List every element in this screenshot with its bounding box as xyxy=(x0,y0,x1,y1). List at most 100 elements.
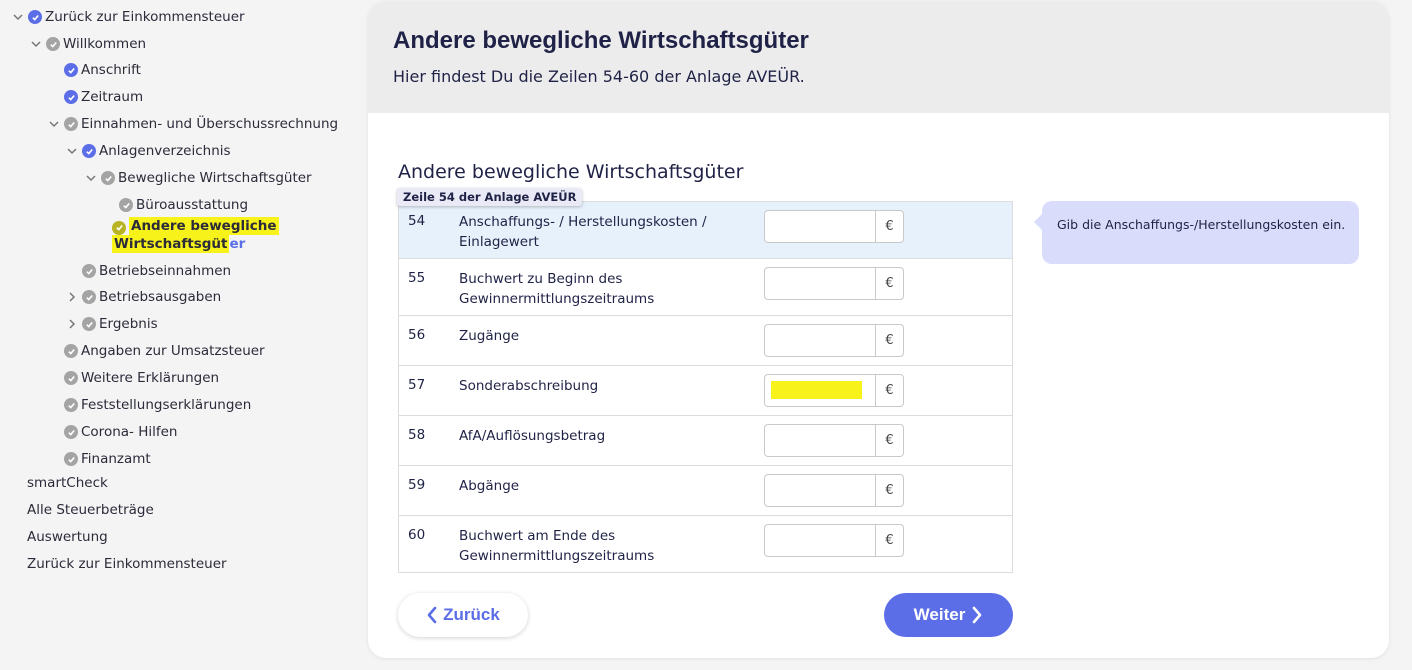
sidebar-item[interactable]: Ergebnis xyxy=(64,313,158,335)
sidebar-item-label: Anschrift xyxy=(81,62,141,78)
row-number: 55 xyxy=(398,258,459,316)
sidebar-active-label-line2: Wirtschaftsgüt xyxy=(112,235,230,253)
sidebar-item[interactable]: Angaben zur Umsatzsteuer xyxy=(46,340,265,362)
row-label: Buchwert am Ende des Gewinnermittlungsze… xyxy=(459,515,764,573)
sidebar-link-auswertung[interactable]: Auswertung xyxy=(27,529,108,545)
euro-icon: € xyxy=(875,325,903,356)
sidebar-item-label: Betriebsausgaben xyxy=(99,289,222,305)
row-label: Abgänge xyxy=(459,465,764,516)
check-icon xyxy=(64,117,78,131)
sidebar-item[interactable]: Büroausstattung xyxy=(101,194,248,216)
chevron-down-icon[interactable] xyxy=(83,170,99,186)
sidebar-item-label: Corona- Hilfen xyxy=(81,424,178,440)
row-number: 57 xyxy=(398,365,459,416)
table-row: 60 Buchwert am Ende des Gewinnermittlungs… xyxy=(398,515,1013,573)
amount-input[interactable]: € xyxy=(764,524,904,557)
amount-input[interactable]: € xyxy=(764,267,904,300)
sidebar-item[interactable]: Finanzamt xyxy=(46,448,151,470)
tooltip-arrow xyxy=(1034,213,1043,231)
check-icon xyxy=(119,198,133,212)
sidebar-link-smartcheck[interactable]: smartCheck xyxy=(27,475,108,491)
check-icon xyxy=(82,144,96,158)
sidebar-item[interactable]: Feststellungserklärungen xyxy=(46,394,251,416)
sidebar-item-label: Betriebseinnahmen xyxy=(99,263,232,279)
check-icon xyxy=(64,425,78,439)
page-subtitle: Hier findest Du die Zeilen 54-60 der Anl… xyxy=(393,67,805,86)
amount-input[interactable]: € xyxy=(764,324,904,357)
euro-icon: € xyxy=(875,525,903,556)
amount-input-value[interactable] xyxy=(765,325,875,356)
sidebar-item[interactable]: Willkommen xyxy=(28,33,146,55)
next-button[interactable]: Weiter xyxy=(884,593,1013,637)
row-label: Sonderabschreibung xyxy=(459,365,764,416)
row-number: 59 xyxy=(398,465,459,516)
sidebar-item-label: Zeitraum xyxy=(81,89,144,105)
main-card: Andere bewegliche Wirtschaftsgüter Hier … xyxy=(368,1,1389,658)
sidebar-item-label: Willkommen xyxy=(63,36,147,52)
table-row: 55 Buchwert zu Beginn des Gewinnermittlun… xyxy=(398,258,1013,316)
sidebar-item[interactable]: Zeitraum xyxy=(46,86,143,108)
sidebar-item[interactable]: Weitere Erklärungen xyxy=(46,367,219,389)
sidebar-link-alle-steuerbetraege[interactable]: Alle Steuerbeträge xyxy=(27,502,154,518)
sidebar-item[interactable]: Anschrift xyxy=(46,59,141,81)
page-title: Andere bewegliche Wirtschaftsgüter xyxy=(393,27,809,54)
amount-input-value[interactable] xyxy=(765,475,875,506)
row-number: 58 xyxy=(398,415,459,466)
sidebar-item-label: Büroausstattung xyxy=(136,197,249,213)
sidebar-item-label: Zurück zur Einkommensteuer xyxy=(45,9,245,25)
amount-input-value[interactable] xyxy=(765,211,875,242)
amount-input[interactable]: € xyxy=(764,474,904,507)
amount-input-value[interactable] xyxy=(765,425,875,456)
page-header: Andere bewegliche Wirtschaftsgüter Hier … xyxy=(368,1,1389,113)
table-row: 58 AfA/Auflösungsbetrag € xyxy=(398,415,1013,466)
chevron-left-icon xyxy=(427,606,437,624)
chevron-down-icon[interactable] xyxy=(10,9,26,25)
amount-input-value[interactable] xyxy=(765,525,875,556)
back-button-label: Zurück xyxy=(443,605,500,624)
sidebar-item-label: Einnahmen- und Überschussrechnung xyxy=(81,116,339,132)
amount-input[interactable]: € xyxy=(764,374,904,407)
sidebar-item[interactable]: Zurück zur Einkommensteuer xyxy=(10,6,245,28)
sidebar-item[interactable]: Betriebseinnahmen xyxy=(64,260,231,282)
chevron-down-icon[interactable] xyxy=(64,143,80,159)
sidebar-item[interactable]: Einnahmen- und Überschussrechnung xyxy=(46,113,338,135)
check-icon xyxy=(28,10,42,24)
amount-input[interactable]: € xyxy=(764,210,904,243)
tooltip-text: Gib die Anschaffungs-/Herstellungskosten… xyxy=(1057,217,1346,232)
row-number: 60 xyxy=(398,515,459,573)
sidebar-item[interactable]: Bewegliche Wirtschaftsgüter xyxy=(83,167,312,189)
euro-icon: € xyxy=(875,475,903,506)
amount-input-value[interactable] xyxy=(765,268,875,299)
table-row: 59 Abgänge € xyxy=(398,465,1013,516)
chevron-down-icon[interactable] xyxy=(28,36,44,52)
line-tag: Zeile 54 der Anlage AVEÜR xyxy=(397,188,583,206)
check-icon xyxy=(101,171,115,185)
back-button[interactable]: Zurück xyxy=(398,593,528,637)
sidebar-item-andere-bewegliche-wirtschaftsgueter[interactable]: Andere bewegliche Wirtschaftsgüt er xyxy=(112,217,279,253)
sidebar-item[interactable]: Betriebsausgaben xyxy=(64,286,221,308)
chevron-right-icon[interactable] xyxy=(64,316,80,332)
sidebar-item-label: Anlagenverzeichnis xyxy=(99,143,231,159)
sidebar-navigation: Zurück zur Einkommensteuer Willkommen Ansc… xyxy=(0,0,360,670)
check-icon xyxy=(64,371,78,385)
euro-icon: € xyxy=(875,211,903,242)
chevron-down-icon[interactable] xyxy=(46,116,62,132)
sidebar-item[interactable]: Anlagenverzeichnis xyxy=(64,140,231,162)
sidebar-item[interactable]: Corona- Hilfen xyxy=(46,421,177,443)
euro-icon: € xyxy=(875,375,903,406)
amount-input[interactable]: € xyxy=(764,424,904,457)
amount-input-value[interactable] xyxy=(765,375,875,406)
chevron-right-icon[interactable] xyxy=(64,289,80,305)
sidebar-active-label-tail: er xyxy=(229,236,246,252)
sidebar-item-label: Feststellungserklärungen xyxy=(81,397,252,413)
row-label: Zugänge xyxy=(459,315,764,366)
sidebar-link-zurueck-einkommensteuer[interactable]: Zurück zur Einkommensteuer xyxy=(27,556,227,572)
